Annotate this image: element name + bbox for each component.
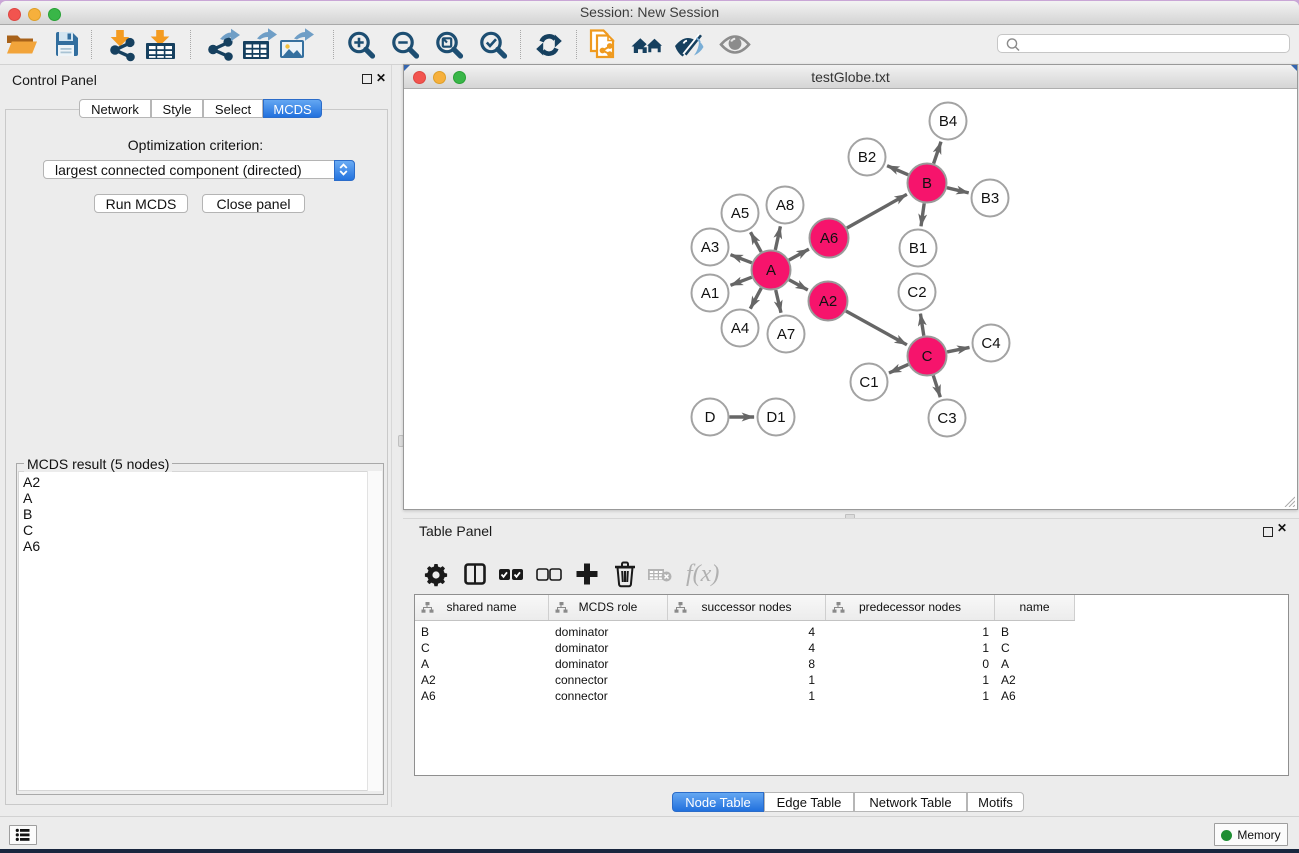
svg-text:A4: A4 (731, 320, 749, 337)
svg-text:C2: C2 (907, 284, 926, 301)
svg-text:C3: C3 (937, 410, 956, 427)
svg-text:B3: B3 (981, 190, 999, 207)
svg-text:A3: A3 (701, 239, 719, 256)
svg-text:B4: B4 (939, 113, 957, 130)
svg-text:A5: A5 (731, 205, 749, 222)
svg-text:C1: C1 (859, 374, 878, 391)
svg-text:A: A (766, 262, 776, 279)
svg-text:A6: A6 (820, 230, 838, 247)
svg-text:B1: B1 (909, 240, 927, 257)
svg-text:B: B (922, 175, 932, 192)
svg-text:A1: A1 (701, 285, 719, 302)
svg-text:A8: A8 (776, 197, 794, 214)
svg-text:C: C (922, 348, 933, 365)
svg-text:A7: A7 (777, 326, 795, 343)
svg-text:A2: A2 (819, 293, 837, 310)
svg-text:B2: B2 (858, 149, 876, 166)
svg-text:C4: C4 (981, 335, 1000, 352)
svg-text:D1: D1 (766, 409, 785, 426)
svg-text:D: D (705, 409, 716, 426)
